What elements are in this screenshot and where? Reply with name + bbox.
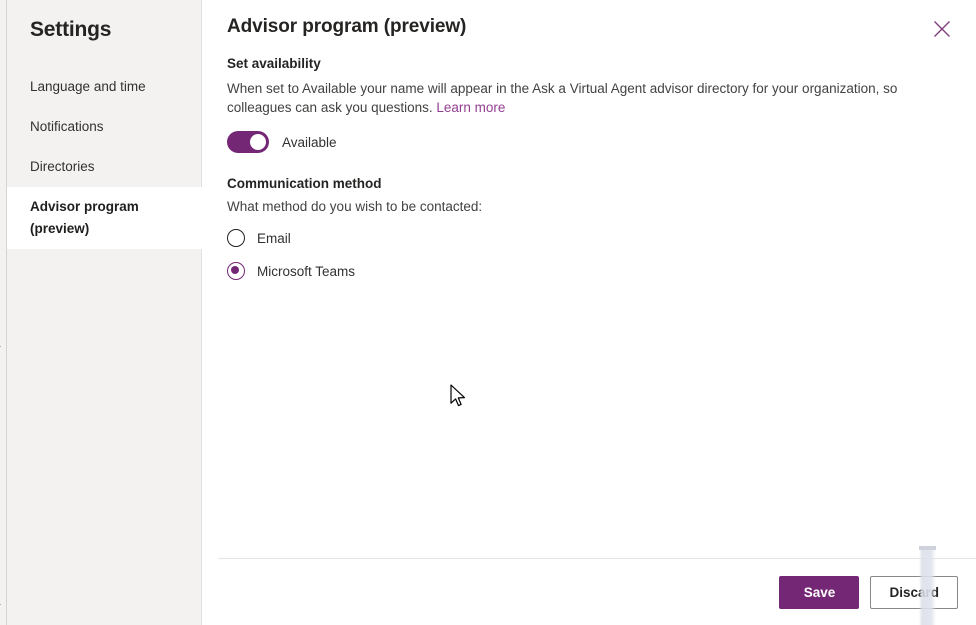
radio-icon-selected[interactable] [227, 262, 245, 280]
radio-icon[interactable] [227, 229, 245, 247]
save-button[interactable]: Save [779, 576, 860, 609]
settings-sidebar: Settings Language and time Notifications… [7, 0, 202, 625]
availability-toggle-label: Available [282, 134, 337, 150]
settings-panel: Advisor program (preview) Set availabili… [202, 0, 976, 625]
panel-footer: Save Discard [779, 576, 958, 609]
settings-nav: Language and time Notifications Director… [7, 67, 202, 249]
panel-content: Set availability When set to Available y… [227, 56, 956, 280]
availability-toggle-row: Available [227, 131, 956, 153]
tick-icon: ─ [0, 596, 6, 612]
bracket-icon: ┃ [0, 520, 6, 536]
radio-label: Email [257, 230, 291, 246]
communication-method-section: Communication method What method do you … [227, 176, 956, 280]
toggle-knob [250, 134, 266, 150]
communication-method-description: What method do you wish to be contacted: [227, 199, 483, 214]
sidebar-item-label: Language and time [30, 79, 146, 94]
sidebar-item-notifications[interactable]: Notifications [7, 107, 202, 147]
circle-icon: ○ [0, 96, 6, 112]
sidebar-item-label: Directories [30, 159, 95, 174]
set-availability-section: Set availability When set to Available y… [227, 56, 956, 153]
learn-more-link[interactable]: Learn more [436, 100, 505, 115]
discard-button[interactable]: Discard [870, 576, 958, 609]
radio-label: Microsoft Teams [257, 263, 356, 279]
close-button[interactable] [928, 15, 956, 43]
radio-option-microsoft-teams[interactable]: Microsoft Teams [227, 262, 956, 280]
sidebar-item-language-and-time[interactable]: Language and time [7, 67, 202, 107]
communication-method-heading: Communication method [227, 176, 382, 191]
set-availability-heading: Set availability [227, 56, 321, 71]
availability-toggle[interactable] [227, 131, 269, 153]
set-availability-description-text: When set to Available your name will app… [227, 81, 898, 115]
footer-divider [218, 558, 976, 559]
sidebar-item-directories[interactable]: Directories [7, 147, 202, 187]
sidebar-item-label: Advisor program (preview) [30, 199, 139, 236]
dot-icon: ● [0, 316, 6, 332]
close-icon [934, 21, 950, 37]
bar-icon: │ [0, 288, 6, 304]
radio-option-email[interactable]: Email [227, 229, 956, 247]
sidebar-item-advisor-program[interactable]: Advisor program (preview) [7, 187, 202, 249]
chevron-icon: ‹ [0, 36, 6, 52]
sidebar-item-label: Notifications [30, 119, 104, 134]
line-icon: ─ [0, 338, 6, 354]
sidebar-title: Settings [30, 18, 112, 41]
page-title: Advisor program (preview) [227, 16, 467, 37]
app-rail[interactable]: ‹ ○ │ ● ─ ┃ ─ [0, 0, 7, 625]
set-availability-description: When set to Available your name will app… [227, 79, 929, 117]
